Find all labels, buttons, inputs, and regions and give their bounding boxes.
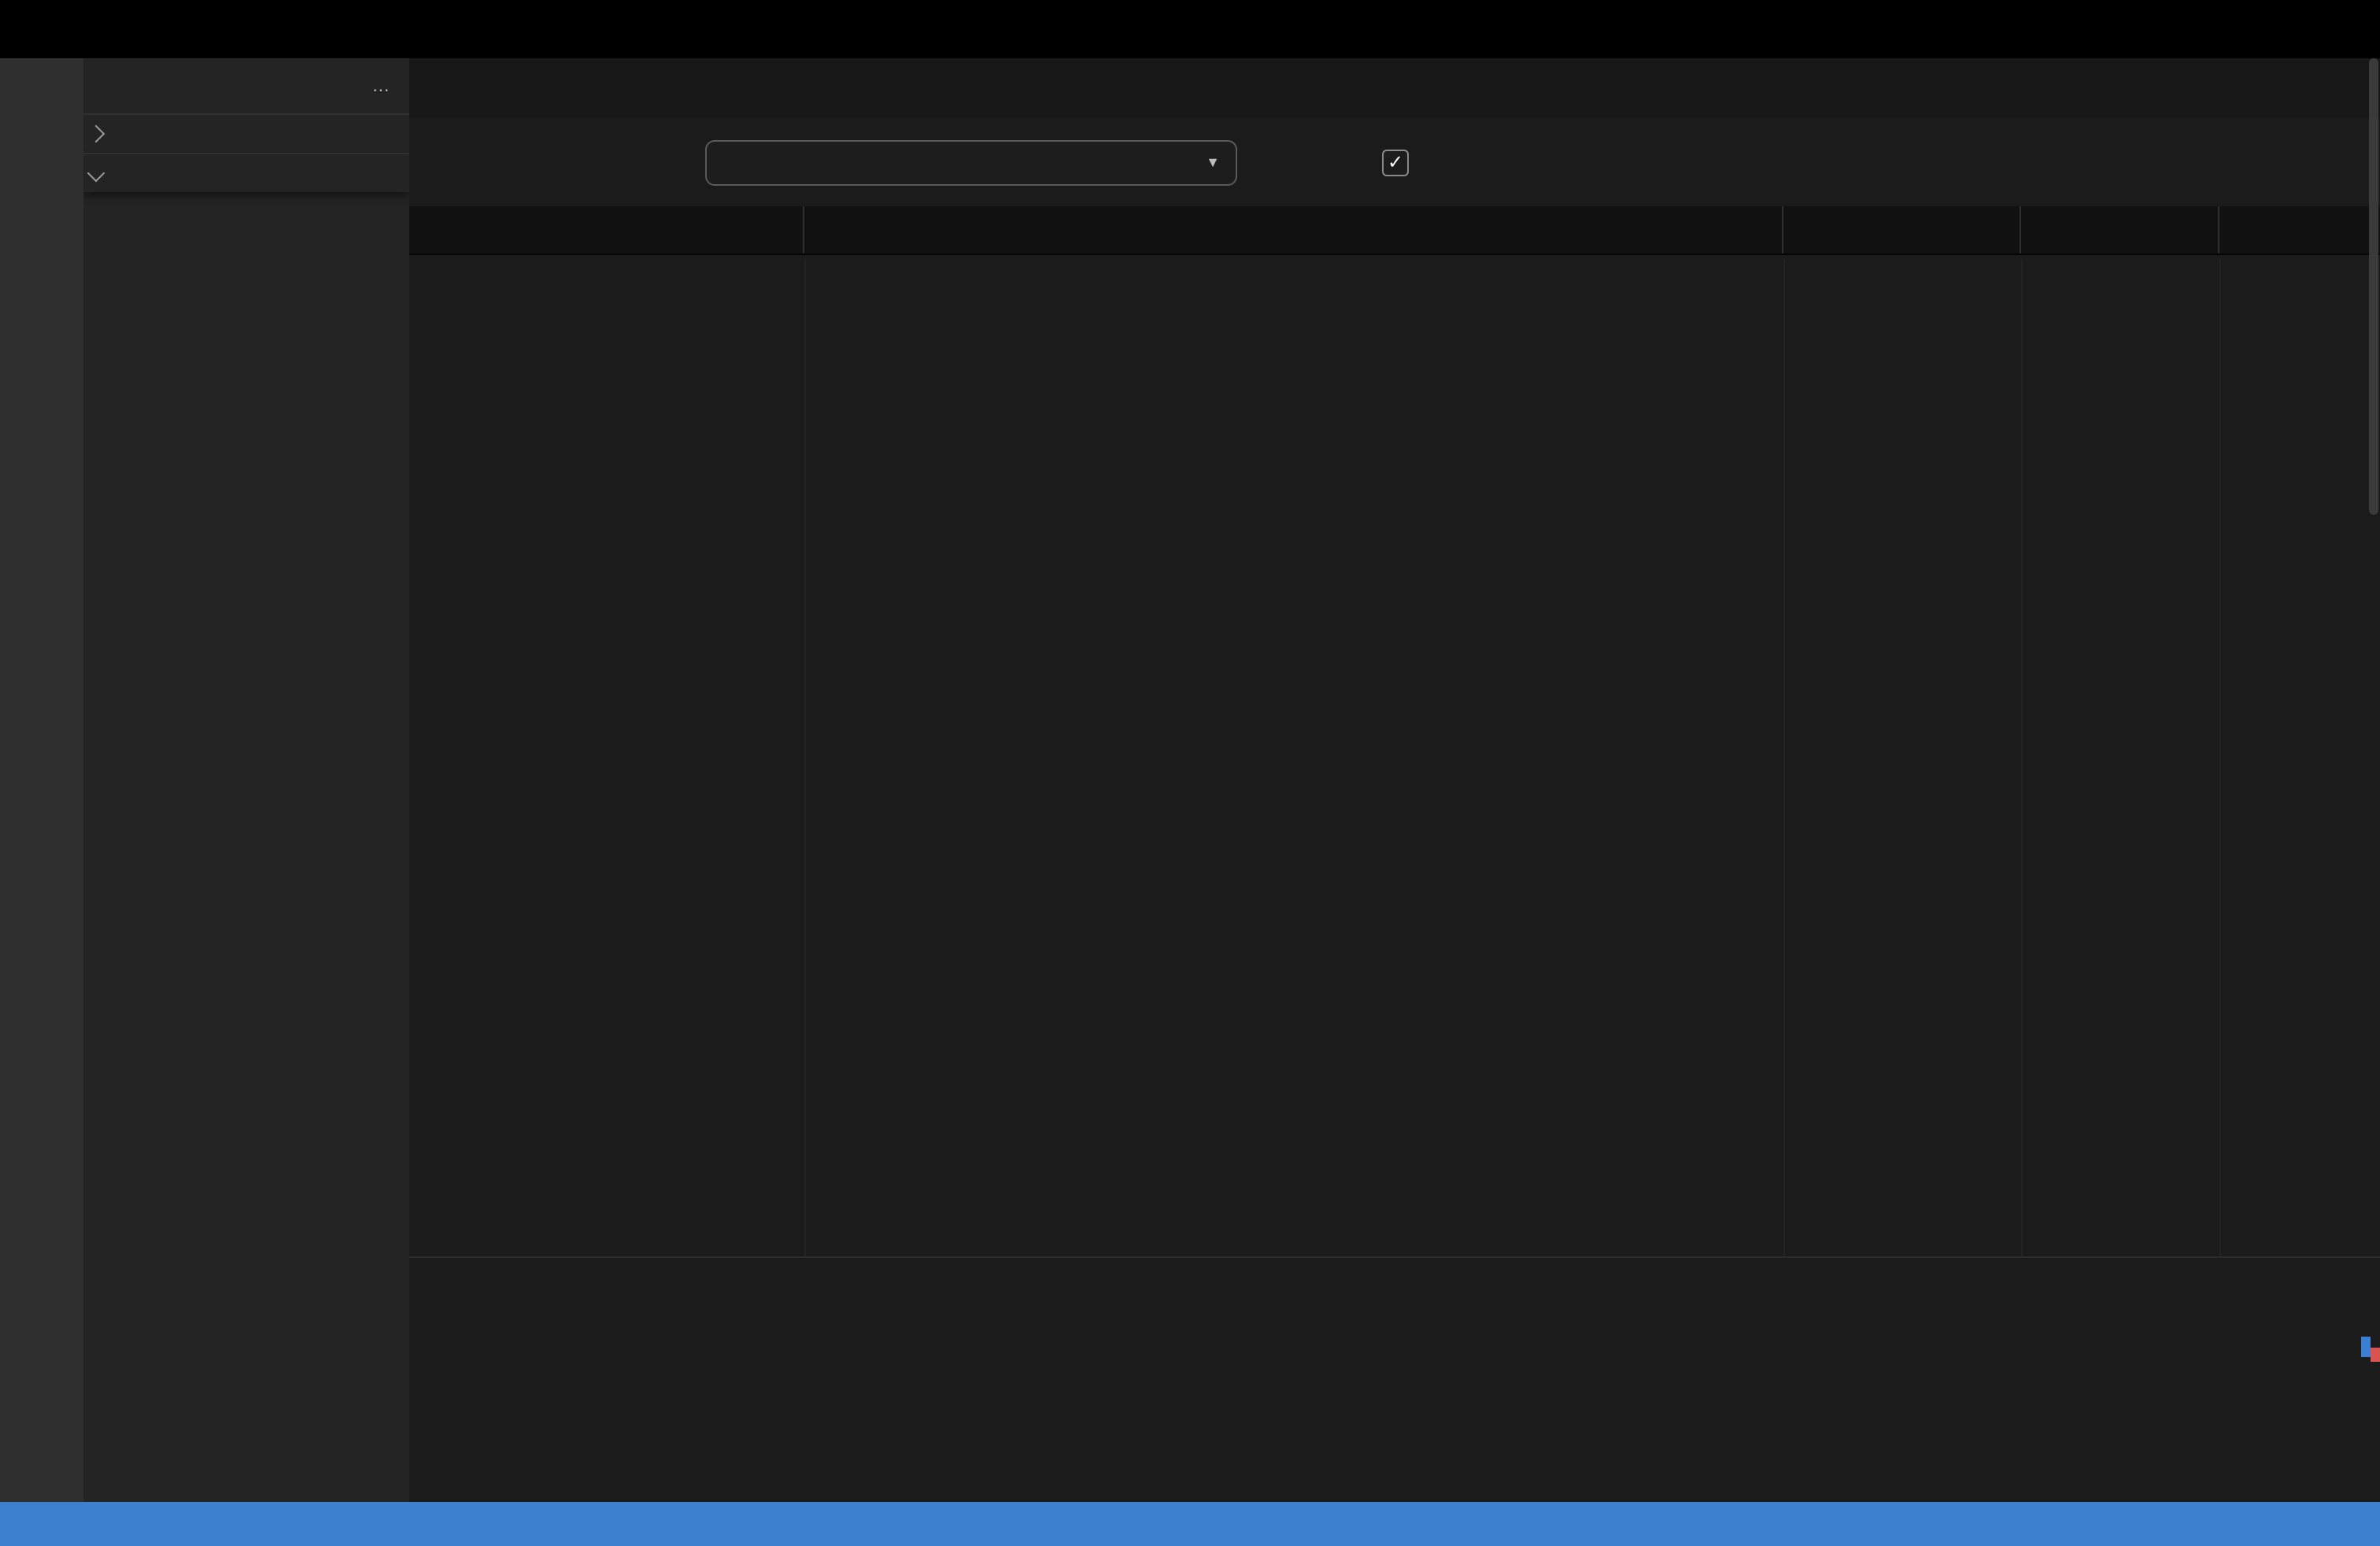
- terminal-decoration-red: [2371, 1348, 2380, 1362]
- column-header-author: [2021, 206, 2219, 253]
- column-header-graph: [409, 206, 804, 253]
- chevron-down-icon: [87, 165, 105, 183]
- git-graph-toolbar: ▼ ✓: [409, 118, 2380, 206]
- chevron-right-icon: [87, 125, 105, 143]
- commit-table-body: [409, 260, 2380, 1256]
- branches-dropdown[interactable]: ▼: [705, 139, 1237, 185]
- editor-area: ▼ ✓: [409, 58, 2380, 1256]
- explorer-more-icon[interactable]: …: [371, 76, 390, 95]
- activity-bar: [0, 58, 83, 1502]
- explorer-sidebar: …: [83, 58, 409, 1502]
- chevron-down-icon: ▼: [1206, 154, 1220, 170]
- tab-bar: [409, 58, 2380, 118]
- vscode-window: … ▼ ✓: [0, 0, 2380, 1546]
- editor-scrollbar[interactable]: [2369, 58, 2378, 515]
- commit-graph: [409, 260, 804, 1256]
- commit-table-header: [409, 206, 2380, 255]
- status-bar: [0, 1502, 2380, 1546]
- project-section-header[interactable]: [83, 153, 409, 192]
- show-remote-branches-checkbox[interactable]: ✓: [1382, 149, 1409, 176]
- terminal-decoration-blue: [2361, 1337, 2371, 1357]
- open-editors-section[interactable]: [83, 113, 409, 153]
- terminal-panel: [409, 1256, 2380, 1503]
- title-bar: [0, 0, 2380, 58]
- column-header-description: [804, 206, 1783, 253]
- column-header-commit: [2219, 206, 2380, 253]
- column-header-date: [1783, 206, 2021, 253]
